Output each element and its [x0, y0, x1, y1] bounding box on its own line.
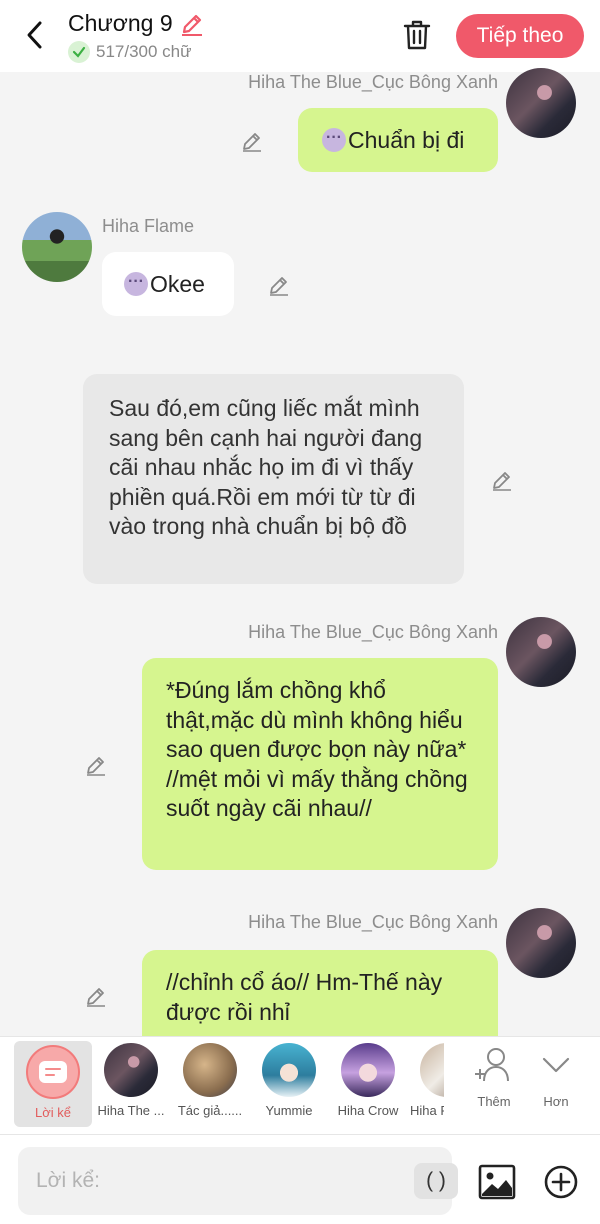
message-text: Chuẩn bị đi	[348, 127, 465, 153]
message-bubble[interactable]: *Đúng lắm chồng khổ thật,mặc dù mình khô…	[142, 658, 498, 870]
expand-label: Hơn	[543, 1094, 569, 1109]
edit-message-icon[interactable]	[82, 982, 110, 1010]
composer: Lời kể: ( )	[0, 1134, 600, 1224]
narration-bubble[interactable]: Sau đó,em cũng liếc mắt mình sang bên cạ…	[83, 374, 464, 584]
avatar	[420, 1043, 444, 1097]
word-count: 517/300 chữ	[96, 42, 192, 61]
message-bubble[interactable]: //chỉnh cổ áo// Hm-Thế này được rồi nhỉ	[142, 950, 498, 1040]
character-label: Hiha F	[410, 1103, 444, 1118]
edit-title-icon[interactable]	[179, 11, 205, 37]
character-label: Yummie	[265, 1103, 313, 1118]
speaker-name: Hiha The Blue_Cục Bông Xanh	[248, 72, 498, 92]
back-arrow-icon	[27, 21, 42, 49]
message-text: Okee	[150, 271, 205, 297]
avatar	[262, 1043, 316, 1097]
character-item[interactable]: Yummie	[250, 1037, 328, 1135]
character-item[interactable]: Hiha F	[404, 1037, 444, 1135]
edit-message-icon[interactable]	[82, 751, 110, 779]
edit-message-icon[interactable]	[265, 271, 293, 299]
narrator-icon	[26, 1045, 80, 1099]
speaker-name: Hiha The Blue_Cục Bông Xanh	[248, 912, 498, 932]
delete-button[interactable]	[398, 16, 436, 54]
expand-button[interactable]: Hơn	[524, 1045, 588, 1109]
chapter-title: Chương 9	[68, 10, 173, 36]
avatar	[183, 1043, 237, 1097]
speech-bubble-icon	[322, 123, 346, 153]
character-label: Lời kể	[35, 1105, 71, 1120]
edit-message-icon[interactable]	[488, 466, 516, 494]
add-person-icon	[475, 1048, 509, 1082]
insert-image-button[interactable]	[476, 1161, 518, 1203]
add-button[interactable]	[542, 1163, 580, 1201]
character-selector: Lời kể Hiha The ... Tác giả...... Yummie…	[0, 1036, 600, 1134]
message-input[interactable]: Lời kể: ( )	[18, 1147, 458, 1215]
message-text: *Đúng lắm chồng khổ thật,mặc dù mình khô…	[166, 677, 468, 821]
plus-circle-icon	[544, 1165, 578, 1199]
more-label: Thêm	[477, 1094, 511, 1109]
character-label: Tác giả......	[177, 1103, 243, 1118]
avatar	[104, 1043, 158, 1097]
avatar[interactable]	[506, 617, 576, 687]
chapter-title-block: Chương 9 517/300 chữ	[68, 10, 205, 63]
speech-bubble-icon	[124, 267, 148, 297]
chevron-down-icon	[542, 1057, 570, 1073]
message-bubble[interactable]: Chuẩn bị đi	[298, 108, 498, 172]
character-item[interactable]: Hiha Crow	[329, 1037, 407, 1135]
character-label: Hiha The ...	[97, 1103, 165, 1118]
parenthesis-button[interactable]: ( )	[414, 1163, 458, 1199]
input-placeholder: Lời kể:	[36, 1169, 100, 1192]
top-bar: Chương 9 517/300 chữ Tiếp theo	[0, 0, 600, 72]
trash-icon	[403, 20, 431, 50]
image-icon	[478, 1164, 516, 1200]
character-item[interactable]: Hiha The ...	[92, 1037, 170, 1135]
add-character-button[interactable]: Thêm	[462, 1045, 526, 1109]
message-bubble[interactable]: Okee	[102, 252, 234, 316]
character-label: Hiha Crow	[337, 1103, 399, 1118]
message-text: //chỉnh cổ áo// Hm-Thế này được rồi nhỉ	[166, 969, 443, 1025]
check-icon	[68, 41, 90, 63]
speaker-name: Hiha Flame	[102, 216, 195, 236]
avatar[interactable]	[506, 68, 576, 138]
narration-text: Sau đó,em cũng liếc mắt mình sang bên cạ…	[109, 395, 423, 539]
avatar[interactable]	[506, 908, 576, 978]
speaker-name: Hiha The Blue_Cục Bông Xanh	[248, 622, 498, 642]
back-button[interactable]	[18, 18, 52, 52]
character-narrator[interactable]: Lời kể	[14, 1041, 92, 1127]
avatar[interactable]	[22, 212, 92, 282]
edit-message-icon[interactable]	[238, 127, 266, 155]
character-item[interactable]: Tác giả......	[171, 1037, 249, 1135]
next-button[interactable]: Tiếp theo	[456, 14, 584, 58]
avatar	[341, 1043, 395, 1097]
